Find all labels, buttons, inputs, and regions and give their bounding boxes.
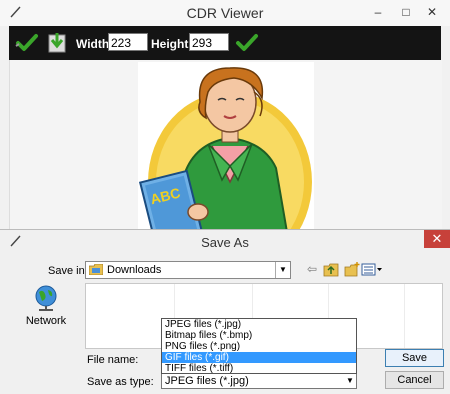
save-button[interactable]: Save	[385, 349, 444, 367]
woman-clipart: ABC	[138, 67, 312, 272]
width-input[interactable]: 223	[108, 33, 148, 51]
clipart-image: ABC	[138, 62, 314, 272]
maximize-button[interactable]: □	[394, 3, 418, 21]
save-as-type-dropdown[interactable]: JPEG files (*.jpg) ▼	[161, 373, 357, 389]
file-type-options-list[interactable]: JPEG files (*.jpg) Bitmap files (*.bmp) …	[161, 318, 357, 374]
network-label: Network	[25, 315, 67, 327]
save-in-label: Save in:	[48, 265, 88, 277]
folder-icon	[89, 264, 103, 275]
new-folder-icon[interactable]	[344, 262, 360, 277]
type-option-jpeg[interactable]: JPEG files (*.jpg)	[162, 319, 356, 330]
list-divider	[404, 284, 405, 348]
dialog-close-button[interactable]: ✕	[424, 230, 450, 248]
type-option-bmp[interactable]: Bitmap files (*.bmp)	[162, 330, 356, 341]
minimize-button[interactable]: –	[366, 3, 390, 21]
save-in-dropdown[interactable]: Downloads ▼	[85, 261, 291, 279]
type-option-tiff[interactable]: TIFF files (*.tiff)	[162, 363, 356, 374]
type-option-png[interactable]: PNG files (*.png)	[162, 341, 356, 352]
viewer-titlebar: CDR Viewer – □ ✕	[0, 0, 450, 26]
places-network[interactable]: Network	[24, 285, 68, 331]
type-option-gif[interactable]: GIF files (*.gif)	[162, 352, 356, 363]
save-as-type-label: Save as type:	[87, 376, 154, 388]
check-icon[interactable]	[15, 32, 39, 54]
dialog-titlebar: Save As ✕	[0, 230, 450, 254]
chevron-down-icon[interactable]: ▼	[344, 374, 356, 388]
up-folder-icon[interactable]	[323, 262, 339, 277]
chevron-down-icon[interactable]: ▼	[275, 262, 290, 278]
network-icon	[35, 285, 57, 311]
width-label: Width	[76, 37, 110, 51]
save-in-value: Downloads	[107, 264, 162, 276]
file-name-label: File name:	[87, 354, 139, 366]
views-icon[interactable]	[361, 262, 383, 277]
height-input[interactable]: 293	[189, 33, 229, 51]
dialog-title: Save As	[201, 235, 249, 250]
save-as-dialog: Save As ✕ Save in: Downloads ▼ ⇦ Network…	[0, 229, 450, 394]
back-arrow-icon[interactable]: ⇦	[305, 262, 319, 277]
height-label: Height	[151, 37, 189, 51]
apply-check-icon[interactable]	[235, 32, 259, 54]
save-down-icon[interactable]	[46, 32, 70, 54]
viewer-toolbar: Width 223 Height 293	[9, 26, 441, 60]
save-as-type-value: JPEG files (*.jpg)	[165, 375, 249, 387]
close-button[interactable]: ✕	[420, 3, 444, 21]
cancel-button[interactable]: Cancel	[385, 371, 444, 389]
